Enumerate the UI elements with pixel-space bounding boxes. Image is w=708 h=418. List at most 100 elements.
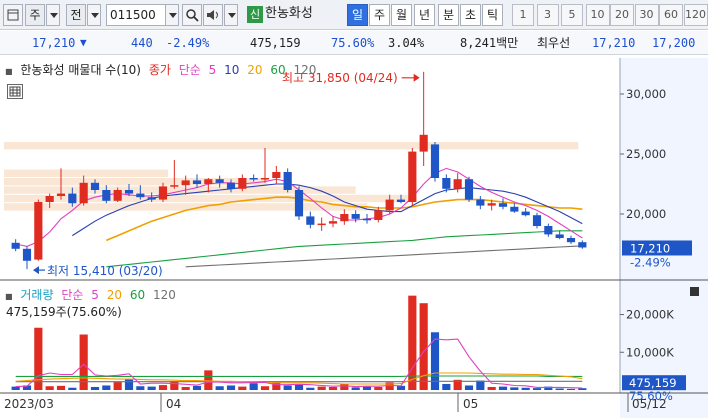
interval-tab-4[interactable]: 20 <box>610 4 634 26</box>
period-tab-4[interactable]: 분 <box>438 4 459 26</box>
period-tab-1[interactable]: 주 <box>369 4 390 26</box>
volume-bar-31 <box>362 386 372 390</box>
volume-bar-8 <box>102 385 111 390</box>
candle-body-15 <box>181 180 190 186</box>
legend-ma60: 60 <box>270 63 286 77</box>
volume-bar-13 <box>158 385 168 390</box>
sound-dropdown-icon[interactable] <box>224 4 238 26</box>
candle-body-21 <box>249 178 258 180</box>
candle-body-44 <box>510 206 519 212</box>
volume-bar-21 <box>249 383 258 390</box>
candle-body-0 <box>11 242 20 249</box>
last-volume-label: 475,159 <box>629 376 677 390</box>
legend-vol-ma-label: 단순 <box>61 288 84 302</box>
volume-bar-16 <box>192 385 202 390</box>
candle-body-9 <box>113 190 122 201</box>
legend-stock-name: 한농화성 매물대 수(10) <box>20 63 141 77</box>
legend-square-icon: ■ <box>5 67 13 76</box>
current-price: 17,210 <box>32 36 76 50</box>
volume-bar-14 <box>170 381 179 390</box>
candle-body-27 <box>317 223 326 226</box>
volume-bar-20 <box>238 386 247 390</box>
volume-bar-46 <box>532 388 542 390</box>
volume-bar-45 <box>521 387 530 390</box>
filter-dropdown-icon[interactable] <box>87 4 101 26</box>
volume-legend-square-icon: ■ <box>5 292 13 301</box>
candle-body-31 <box>362 218 372 221</box>
period-tab-2[interactable]: 월 <box>391 4 412 26</box>
interval-tab-1[interactable]: 3 <box>536 4 559 26</box>
search-icon[interactable] <box>182 4 202 26</box>
legend-ma10: 10 <box>224 63 240 77</box>
price-tick-label-2: 20,000 <box>626 207 666 221</box>
candle-body-13 <box>158 186 168 200</box>
interval-tab-5[interactable]: 30 <box>634 4 659 26</box>
candle-body-5 <box>68 193 77 204</box>
candle-body-48 <box>555 234 564 238</box>
candle-body-32 <box>374 210 383 220</box>
price-legend: ■ 한농화성 매물대 수(10) 종가 단순 5 10 20 60 120 <box>5 61 320 78</box>
legend-vol-ma120: 120 <box>152 288 176 302</box>
interval-tab-2[interactable]: 5 <box>561 4 583 26</box>
grid-toggle-icon[interactable] <box>7 84 23 99</box>
volume-bar-41 <box>476 380 485 390</box>
chart-area[interactable]: 최고 31,850 (04/24) 최저 15,410 (03/20) 30,000… <box>0 58 708 418</box>
interval-tab-6[interactable]: 60 <box>659 4 683 26</box>
candle-body-29 <box>340 214 349 222</box>
code-dropdown-icon[interactable] <box>165 4 179 26</box>
interval-tab-3[interactable]: 10 <box>585 4 610 26</box>
candle-body-18 <box>215 179 224 183</box>
vol-tick-label-0: 20,000K <box>626 308 674 322</box>
price-tick-label-0: 30,000 <box>626 87 666 101</box>
chart-bg <box>0 58 708 418</box>
legend-volume: 거래량 <box>20 288 54 302</box>
interval-tab-0[interactable]: 1 <box>512 4 534 26</box>
candle-body-14 <box>170 185 179 187</box>
filter-select[interactable]: 전 <box>66 4 86 26</box>
candle-body-28 <box>328 221 338 224</box>
candle-body-50 <box>578 242 587 248</box>
code-input[interactable]: 011500 <box>106 4 166 26</box>
price-volume-chart[interactable]: 최고 31,850 (04/24)최저 15,410 (03/20)30,000… <box>0 58 708 418</box>
interval-tab-7[interactable]: 120 <box>683 4 708 26</box>
volume-bar-12 <box>147 386 156 390</box>
period-tab-5[interactable]: 초 <box>460 4 481 26</box>
window-menu-icon[interactable] <box>3 4 23 26</box>
volume-bar-10 <box>124 379 134 390</box>
candle-body-17 <box>204 179 213 184</box>
candle-body-4 <box>56 193 66 196</box>
candle-body-43 <box>498 203 508 207</box>
xaxis-label-1: 04 <box>166 397 181 411</box>
candle-body-30 <box>351 214 360 219</box>
volume-bar-2 <box>34 327 43 390</box>
volume-bar-40 <box>464 385 474 390</box>
candle-body-2 <box>34 202 43 260</box>
market-dropdown-icon[interactable] <box>46 4 60 26</box>
candle-body-19 <box>226 182 236 189</box>
market-select[interactable]: 주 <box>25 4 45 26</box>
last-price-label: 17,210 <box>630 241 670 255</box>
supply-zone-0 <box>4 142 579 150</box>
price-tick-label-1: 25,000 <box>626 147 666 161</box>
volume-panel-close-icon <box>690 287 699 296</box>
candle-body-11 <box>136 193 145 198</box>
vol-tick-label-1: 10,000K <box>626 345 674 359</box>
candle-body-1 <box>22 248 32 261</box>
period-tab-0[interactable]: 일 <box>347 4 368 26</box>
volume-bar-27 <box>317 386 326 390</box>
volume-bar-22 <box>260 386 270 390</box>
candle-body-8 <box>102 190 111 201</box>
price-change-pct: -2.49% <box>166 36 210 50</box>
period-tab-3[interactable]: 년 <box>414 4 435 26</box>
candle-body-35 <box>408 151 417 202</box>
volume-bar-3 <box>45 386 54 390</box>
candle-body-16 <box>192 180 202 184</box>
speaker-icon[interactable] <box>203 4 223 26</box>
volume-bar-0 <box>11 386 20 390</box>
volume-bar-24 <box>283 385 292 390</box>
legend-vol-ma5: 5 <box>91 288 99 302</box>
best-quote-label: 최우선 <box>537 36 571 50</box>
low-label: 최저 15,410 (03/20) <box>47 264 163 278</box>
period-tab-6[interactable]: 틱 <box>482 4 503 26</box>
candle-body-39 <box>453 179 462 189</box>
